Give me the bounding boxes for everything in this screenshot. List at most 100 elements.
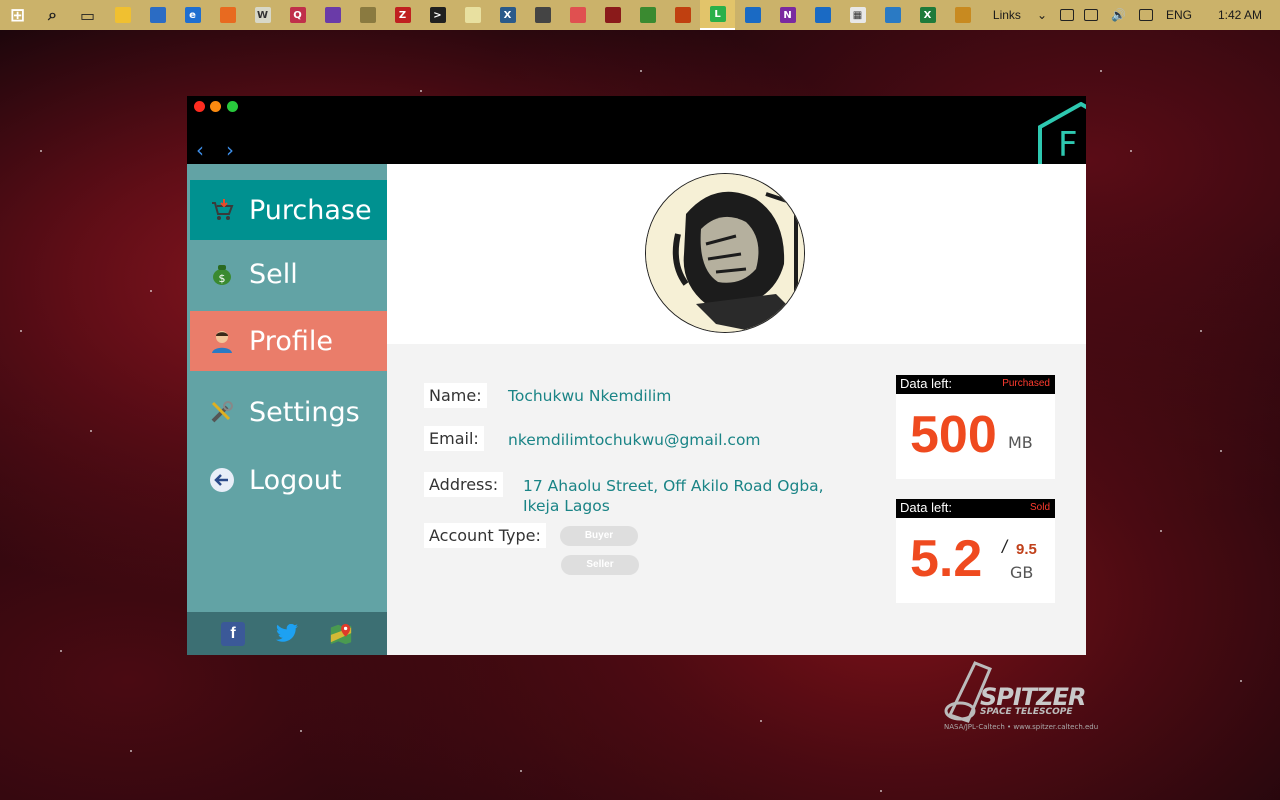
contacts-icon[interactable] [735,0,770,30]
chevron-up-icon[interactable]: ⌄ [1037,8,1047,22]
account-type-label: Account Type: [424,523,546,548]
data-left-value: 500 [910,406,997,464]
sidebar-item-logout[interactable]: Logout [190,450,387,510]
minimize-window-button[interactable] [210,101,221,112]
language-indicator[interactable]: ENG [1166,8,1192,22]
store-icon-glyph [149,7,166,23]
account-type-buyer-button[interactable]: Buyer [560,526,638,546]
app-dark-icon[interactable] [525,0,560,30]
data-total-value: 9.5 [1016,541,1037,558]
xbox-icon[interactable]: X [490,0,525,30]
sidebar-item-profile[interactable]: Profile [190,311,387,371]
app-pink-icon-glyph [569,7,586,23]
data-left-sold-card: Data left: Sold 5.2 / 9.5 GB [896,499,1055,603]
line-chat-icon[interactable]: L [700,0,735,30]
email-value: nkemdilimtochukwu@gmail.com [508,431,761,449]
wrench-screwdriver-icon [209,399,235,425]
back-arrow-icon[interactable]: ‹ [196,140,204,160]
avatar[interactable] [645,173,805,333]
xbox-icon-glyph: X [499,7,516,23]
word-doc-icon[interactable]: W [245,0,280,30]
app-window: ‹ › F Purchase $ Sell Profile Settings L… [187,96,1086,655]
links-toolbar[interactable]: Links [993,8,1021,22]
data-left-value: 5.2 [910,530,983,588]
sidebar: Purchase $ Sell Profile Settings Logout [187,164,387,655]
clock[interactable]: 1:42 AM [1218,8,1262,22]
address-value: 17 Ahaolu Street, Off Akilo Road Ogba, I… [523,476,824,516]
card-header: Data left: Sold [896,499,1055,518]
file-explorer-icon-glyph [114,7,131,23]
sidebar-item-sell[interactable]: $ Sell [190,244,387,304]
terminal-icon[interactable]: > [420,0,455,30]
profile-content: Name: Tochukwu Nkemdilim Email: nkemdili… [387,164,1086,655]
sidebar-item-purchase[interactable]: Purchase [190,180,387,240]
data-unit: GB [1010,563,1034,582]
edge-browser-icon-glyph: e [184,7,201,23]
search-icon[interactable]: ⌕ [35,0,70,30]
sidebar-item-label: Settings [249,396,360,428]
notepad-icon-glyph [464,7,481,23]
remote-desktop-icon-glyph [884,7,901,23]
sidebar-item-label: Profile [249,325,333,357]
file-explorer-icon[interactable] [105,0,140,30]
contacts-icon-glyph [744,7,761,23]
store-icon[interactable] [140,0,175,30]
maps-pin-icon[interactable] [329,622,353,646]
outlook-icon[interactable] [805,0,840,30]
terminal-icon-glyph: > [429,7,446,23]
logo-credit: NASA/JPL-Caltech • www.spitzer.caltech.e… [944,723,1099,731]
filezilla-icon-glyph: Z [394,7,411,23]
card-label: Data left: [900,376,953,391]
volume-icon[interactable]: 🔊 [1111,8,1126,22]
windows-start-icon[interactable]: ⊞ [0,0,35,30]
windows-start-icon-glyph: ⊞ [9,4,26,26]
network-icon[interactable] [1060,9,1074,21]
word-doc-icon-glyph: W [254,7,271,23]
battery-icon[interactable] [1084,9,1098,21]
social-links: f [187,612,387,655]
notepad-icon[interactable] [455,0,490,30]
q-app-icon[interactable]: Q [280,0,315,30]
sidebar-item-settings[interactable]: Settings [190,382,387,442]
app-orange-icon[interactable] [210,0,245,30]
facebook-icon[interactable]: f [221,621,245,646]
app-pink-icon[interactable] [560,0,595,30]
acrobat-icon-glyph [604,7,621,23]
excel-icon[interactable]: X [910,0,945,30]
address-line: 17 Ahaolu Street, Off Akilo Road Ogba, [523,477,824,495]
onenote-icon-glyph: N [779,7,796,23]
visual-studio-icon-glyph [324,7,341,23]
forward-arrow-icon[interactable]: › [226,140,234,160]
email-label: Email: [424,426,484,451]
q-app-icon-glyph: Q [289,7,306,23]
tools-icon[interactable] [350,0,385,30]
remote-desktop-icon[interactable] [875,0,910,30]
spitzer-logo: SPITZER SPACE TELESCOPE NASA/JPL-Caltech… [940,655,1120,735]
visual-studio-icon[interactable] [315,0,350,30]
calculator-icon[interactable]: ▦ [840,0,875,30]
twitter-icon[interactable] [275,622,299,646]
title-bar: ‹ › F [187,96,1086,164]
edge-browser-icon[interactable]: e [175,0,210,30]
card-tag: Purchased [1002,378,1050,389]
notifications-icon[interactable] [1138,9,1153,21]
card-label: Data left: [900,500,953,515]
acrobat-icon[interactable] [595,0,630,30]
logo-subtitle: SPACE TELESCOPE [980,707,1073,717]
maximize-window-button[interactable] [227,101,238,112]
app-grid-icon[interactable] [945,0,980,30]
sidebar-item-label: Logout [249,464,342,496]
logout-arrow-icon [209,467,235,493]
task-view-icon-glyph: ▭ [79,5,96,25]
onenote-icon[interactable]: N [770,0,805,30]
app-compass-icon[interactable] [665,0,700,30]
money-bag-icon: $ [209,261,235,287]
account-type-seller-button[interactable]: Seller [561,555,639,575]
filezilla-icon[interactable]: Z [385,0,420,30]
data-unit: MB [1008,433,1033,452]
excel-icon-glyph: X [919,7,936,23]
task-view-icon[interactable]: ▭ [70,0,105,30]
close-window-button[interactable] [194,101,205,112]
app-green-icon[interactable] [630,0,665,30]
search-icon-glyph: ⌕ [48,5,57,24]
